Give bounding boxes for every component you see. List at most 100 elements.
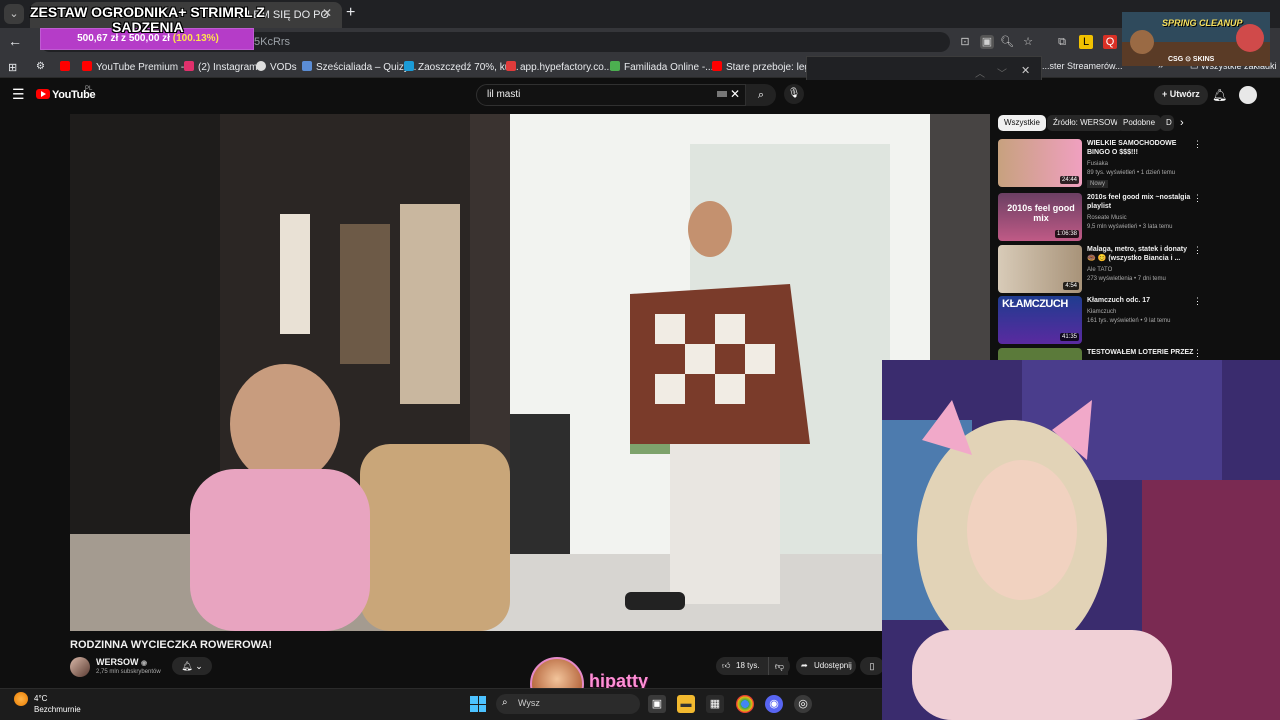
extension-red-icon[interactable]: Q xyxy=(1103,35,1117,49)
channel-avatar[interactable] xyxy=(70,657,90,677)
chip-related[interactable]: Podobne xyxy=(1117,115,1162,131)
recommendation-item[interactable]: KŁAMCZUCH 41:35 Kłamczuch odc. 17 Kłamcz… xyxy=(998,296,1208,344)
bookmark-item[interactable]: app.hypefactory.co... xyxy=(506,61,612,73)
recommendation-meta: 273 wyświetlenia • 7 dni temu xyxy=(1087,276,1166,282)
recommendation-title: Kłamczuch odc. 17 xyxy=(1087,297,1151,304)
tab-search-button[interactable]: ⌄ xyxy=(4,4,24,24)
bookmark-item[interactable]: (2) Instagram xyxy=(184,61,257,73)
weather-description[interactable]: Bezchmurnie xyxy=(34,705,81,714)
weather-temperature[interactable]: 4°C xyxy=(34,694,47,703)
bookmark-youtube-icon[interactable] xyxy=(60,61,74,73)
zoom-icon[interactable]: 🔍︎ xyxy=(1000,35,1014,49)
chip-more[interactable]: D xyxy=(1160,115,1174,131)
youtube-header: ☰ YouTube PL lil masti ✕ ⌕ 🎙︎ + Utwórz 🔔… xyxy=(0,80,1280,110)
bookmark-item[interactable]: YouTube Premium -... xyxy=(82,61,193,73)
bookmark-item[interactable]: Zaoszczędź 70%, ku... xyxy=(404,61,519,73)
chrome-settings-icon[interactable]: ⚙ xyxy=(36,61,45,72)
bookmark-icon: ▯ xyxy=(869,661,875,671)
weather-icon[interactable] xyxy=(14,692,28,706)
hypefactory-icon xyxy=(506,61,516,71)
channel-name[interactable]: WERSOW ◉ xyxy=(96,657,147,667)
bookmark-label: Sześcialiada – Quizy... xyxy=(316,62,417,73)
chrome-icon[interactable] xyxy=(736,695,754,713)
sponsor-label: CSG ⊙ SKINS xyxy=(1168,56,1215,63)
clear-search-icon[interactable]: ✕ xyxy=(730,87,740,101)
more-options-icon[interactable]: ⋮ xyxy=(1193,296,1202,307)
recommendation-item[interactable]: 24:44 WIELKIE SAMOCHODOWE BINGO O $$$!!!… xyxy=(998,139,1208,188)
bookmark-item[interactable]: Familiada Online -... xyxy=(610,61,713,73)
search-button[interactable]: ⌕ xyxy=(746,84,776,106)
bell-icon: 🔔︎ ⌄ xyxy=(181,661,203,671)
store-icon[interactable]: ▦ xyxy=(706,695,724,713)
windows-start-icon[interactable] xyxy=(470,696,486,712)
keyboard-icon[interactable] xyxy=(717,91,727,97)
duration-badge: 1:06:38 xyxy=(1054,230,1079,238)
new-tab-icon[interactable]: + xyxy=(346,4,355,22)
share-button[interactable]: ➦ Udostępnij xyxy=(796,657,856,675)
recommendation-item[interactable]: TESTOWAŁEM LOTERIE PRZEZ ⋮ xyxy=(998,348,1208,360)
subscribe-notifications-button[interactable]: 🔔︎ ⌄ xyxy=(172,657,212,675)
webcam-overlay xyxy=(882,360,1280,720)
more-options-icon[interactable]: ⋮ xyxy=(1193,139,1202,150)
extension-icon[interactable]: ⧉ xyxy=(1055,35,1069,49)
apps-grid-icon[interactable]: ⊞ xyxy=(8,61,17,74)
file-explorer-icon[interactable]: ▬ xyxy=(677,695,695,713)
recommendation-channel: Fusiaka xyxy=(1087,161,1109,167)
account-avatar[interactable] xyxy=(1239,86,1257,104)
share-label: Udostępnij xyxy=(814,661,852,670)
find-close-icon[interactable]: ✕ xyxy=(1021,64,1030,77)
obs-icon[interactable]: ◎ xyxy=(794,695,812,713)
voice-search-button[interactable]: 🎙︎ xyxy=(784,84,804,104)
recommendation-channel: Kłamczuch xyxy=(1087,309,1117,315)
bookmark-item[interactable]: Sześcialiada – Quizy... xyxy=(302,61,416,73)
bookmark-label: VODs xyxy=(270,62,297,73)
instagram-icon xyxy=(184,61,194,71)
recommendation-thumbnail: 24:44 xyxy=(998,139,1082,187)
more-options-icon[interactable]: ⋮ xyxy=(1193,348,1202,359)
dislike-button[interactable]: 👎︎ xyxy=(768,657,790,675)
familiada-icon xyxy=(610,61,620,71)
chip-all[interactable]: Wszystkie xyxy=(998,115,1046,131)
bookmark-label: Zaoszczędź 70%, ku... xyxy=(418,62,519,73)
extension-yellow-icon[interactable]: L xyxy=(1079,35,1093,49)
more-options-icon[interactable]: ⋮ xyxy=(1193,245,1202,256)
search-input[interactable]: lil masti xyxy=(476,84,746,106)
globe-icon xyxy=(256,61,266,71)
plus-icon: + xyxy=(1162,89,1170,99)
recommendation-thumbnail: KŁAMCZUCH 41:35 xyxy=(998,296,1082,344)
sponsor-title: SPRING CLEANUP xyxy=(1162,18,1243,28)
menu-icon[interactable]: ☰ xyxy=(12,86,25,103)
duration-badge: 4:54 xyxy=(1063,282,1079,290)
region-label: PL xyxy=(85,86,93,92)
find-next-icon[interactable]: ﹀ xyxy=(997,65,1007,80)
bookmark-star-icon[interactable]: ☆ xyxy=(1021,35,1035,49)
screenshot-icon[interactable]: ▣ xyxy=(980,35,994,49)
chevron-right-icon[interactable]: › xyxy=(1180,117,1184,129)
bookmark-overflow-label[interactable]: ...ster Streamerów... xyxy=(1042,61,1123,71)
search-icon: ⌕ xyxy=(757,89,765,101)
back-arrow-icon[interactable]: ← xyxy=(8,33,22,49)
install-app-icon[interactable]: ⊡ xyxy=(958,35,972,49)
recommendation-thumbnail xyxy=(998,348,1082,360)
bookmark-label: Familiada Online -... xyxy=(624,62,714,73)
more-options-icon[interactable]: ⋮ xyxy=(1193,193,1202,204)
find-prev-icon[interactable]: ︿ xyxy=(975,65,985,80)
create-button[interactable]: + Utwórz xyxy=(1154,85,1208,105)
bookmark-label: (2) Instagram xyxy=(198,62,258,73)
video-player[interactable] xyxy=(70,114,990,631)
tab-close-icon[interactable]: ✕ xyxy=(322,6,332,20)
duration-badge: 41:35 xyxy=(1059,333,1079,341)
chip-source[interactable]: Źródło: WERSOW xyxy=(1047,115,1124,131)
recommendation-item[interactable]: 4:54 Malaga, metro, statek i donaty 🍩 😊 … xyxy=(998,245,1208,293)
recommendation-channel: Roseate Music xyxy=(1087,215,1127,221)
discord-icon[interactable]: ◉ xyxy=(765,695,783,713)
recommendation-title: TESTOWAŁEM LOTERIE PRZEZ xyxy=(1087,349,1194,356)
taskbar-search-input[interactable]: Wysz xyxy=(496,694,640,714)
save-button[interactable]: ▯ xyxy=(860,657,884,675)
recommendation-item[interactable]: 2010s feel good mix 1:06:38 2010s feel g… xyxy=(998,193,1208,241)
bookmark-item[interactable]: VODs xyxy=(256,61,297,73)
donation-goal-title-line2: SADZENIA xyxy=(112,19,184,35)
task-view-icon[interactable]: ▣ xyxy=(648,695,666,713)
notifications-bell-icon[interactable]: 🔔︎ xyxy=(1212,88,1227,102)
share-icon: ➦ xyxy=(801,661,808,670)
